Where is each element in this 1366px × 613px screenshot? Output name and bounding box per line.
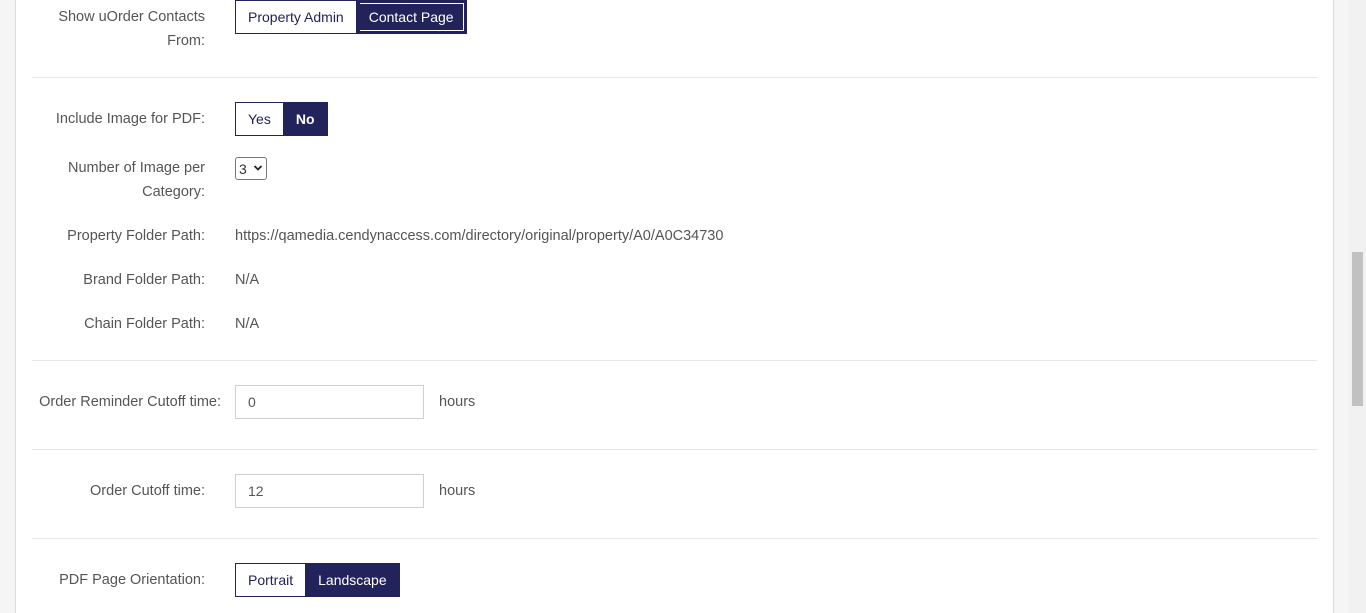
pdf-orientation-landscape-button[interactable]: Landscape <box>306 563 400 597</box>
scrollbar-thumb[interactable] <box>1352 252 1363 406</box>
property-folder-label: Property Folder Path: <box>67 228 205 244</box>
pdf-orientation-toggle: Portrait Landscape <box>235 563 400 597</box>
pdf-orientation-label: PDF Page Orientation: <box>59 572 205 588</box>
include-image-yes-button[interactable]: Yes <box>235 102 284 136</box>
chevron-down-icon <box>253 165 263 171</box>
order-cutoff-label: Order Cutoff time: <box>90 483 205 499</box>
property-folder-value: https://qamedia.cendynaccess.com/directo… <box>235 228 724 244</box>
show-contacts-label-line1: Show uOrder Contacts <box>58 9 205 25</box>
brand-folder-label: Brand Folder Path: <box>83 272 205 288</box>
show-contacts-toggle: Property Admin Contact Page <box>235 0 467 34</box>
order-reminder-cutoff-unit: hours <box>439 394 476 410</box>
divider <box>32 360 1317 361</box>
divider <box>32 449 1317 450</box>
images-per-category-label-line1: Number of Image per <box>67 160 205 176</box>
divider <box>32 538 1317 539</box>
images-per-category-label: Number of Image per Category: <box>16 156 205 204</box>
include-image-no-button[interactable]: No <box>283 102 328 136</box>
chain-folder-value: N/A <box>235 316 260 332</box>
order-cutoff-unit: hours <box>439 483 476 499</box>
show-contacts-label-line2: From: <box>167 33 205 49</box>
divider <box>32 77 1317 78</box>
images-per-category-label-line2: Category: <box>142 184 205 200</box>
order-cutoff-input[interactable]: 12 <box>235 474 424 508</box>
order-reminder-cutoff-input[interactable]: 0 <box>235 385 424 419</box>
images-per-category-select[interactable]: 3 <box>235 157 267 180</box>
chain-folder-label: Chain Folder Path: <box>84 316 205 332</box>
pdf-orientation-portrait-button[interactable]: Portrait <box>235 563 307 597</box>
include-image-toggle: Yes No <box>235 102 328 136</box>
settings-panel: Show uOrder Contacts From: Property Admi… <box>15 0 1334 613</box>
show-contacts-label: Show uOrder Contacts From: <box>16 5 205 53</box>
brand-folder-value: N/A <box>235 272 260 288</box>
order-reminder-cutoff-label: Order Reminder Cutoff time: <box>39 394 221 410</box>
vertical-scrollbar[interactable] <box>1349 0 1366 613</box>
show-contacts-contact-page-button[interactable]: Contact Page <box>356 0 467 34</box>
images-per-category-value: 3 <box>239 160 247 177</box>
include-image-label: Include Image for PDF: <box>55 111 205 127</box>
show-contacts-property-admin-button[interactable]: Property Admin <box>235 0 357 34</box>
